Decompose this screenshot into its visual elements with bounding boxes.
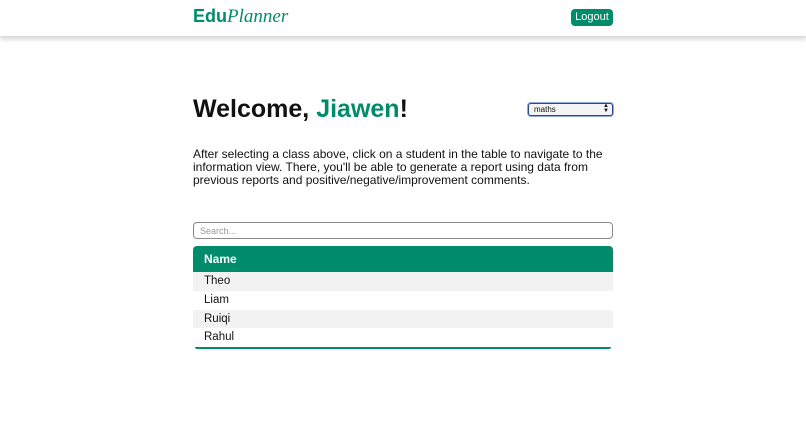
welcome-heading: Welcome, Jiawen! (193, 94, 408, 124)
logout-button[interactable]: Logout (571, 9, 613, 26)
table-header-name: Name (193, 246, 613, 272)
intro-text: After selecting a class above, click on … (193, 147, 603, 187)
class-select-value: maths (534, 105, 556, 114)
logo-text-planner: Planner (227, 6, 289, 27)
table-row[interactable]: Rahul (193, 328, 613, 347)
table-row[interactable]: Ruiqi (193, 309, 613, 329)
students-table: Name Theo Liam Ruiqi Rahul (193, 246, 613, 349)
top-navbar: EduPlanner Logout (0, 0, 806, 37)
welcome-greeting: Welcome, (193, 95, 317, 123)
table-row[interactable]: Theo (193, 272, 613, 291)
welcome-username: Jiawen (316, 95, 400, 123)
eduplanner-logo[interactable]: EduPlanner (193, 6, 288, 27)
welcome-punct: ! (399, 95, 408, 123)
search-input[interactable] (193, 222, 613, 239)
logo-text-edu: Edu (193, 6, 227, 26)
select-arrows-icon: ▲ ▼ (603, 103, 609, 114)
table-bottom-border (195, 347, 611, 349)
table-row[interactable]: Liam (193, 291, 613, 310)
class-select[interactable]: maths ▲ ▼ (528, 103, 613, 116)
